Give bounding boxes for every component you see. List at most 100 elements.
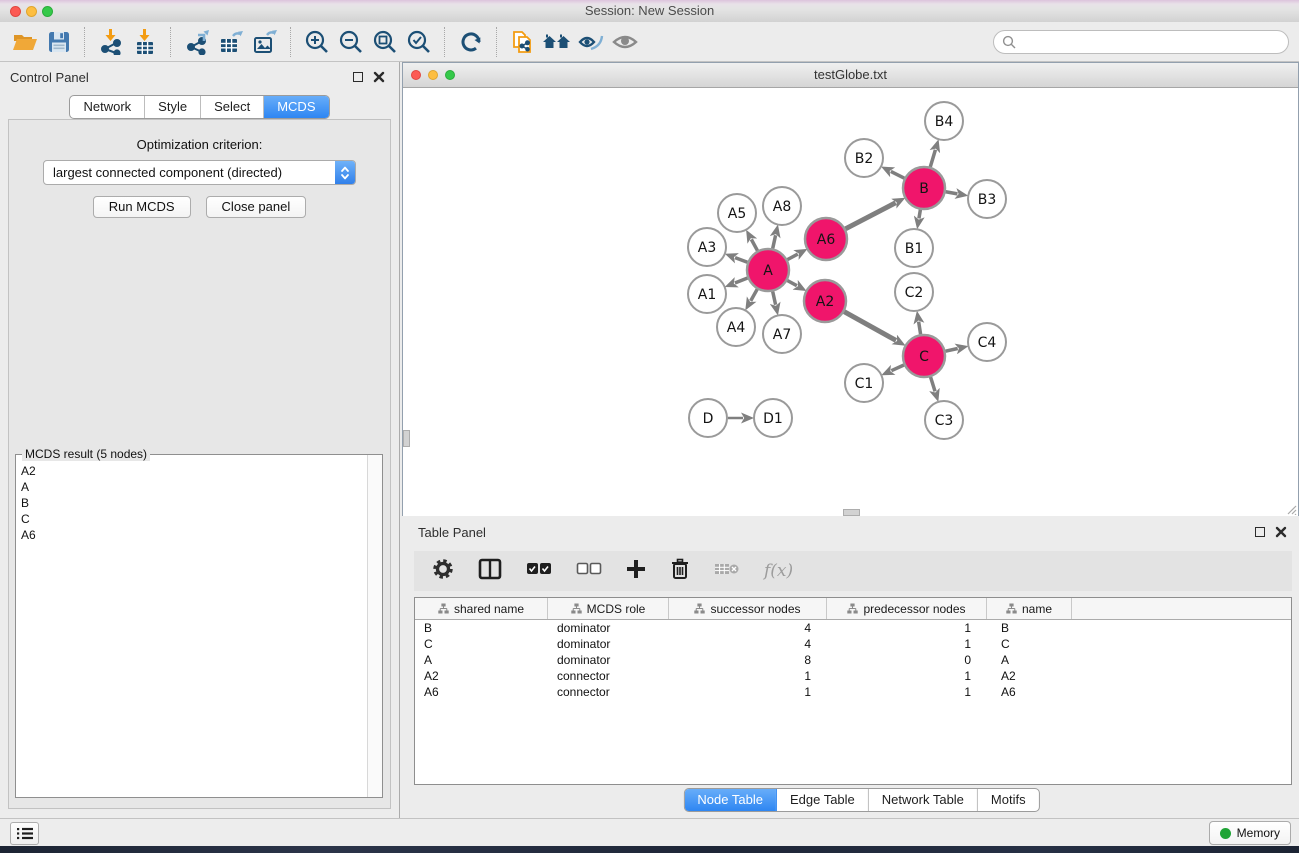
node-A2[interactable]: A2 <box>804 280 846 322</box>
select-all-button[interactable] <box>526 560 552 583</box>
node-C[interactable]: C <box>903 335 945 377</box>
edge-A-A1[interactable] <box>735 278 748 283</box>
node-C3[interactable]: C3 <box>925 401 963 439</box>
mcds-result-item[interactable]: A6 <box>21 527 378 543</box>
network-vscrollbar-thumb[interactable] <box>403 430 410 447</box>
node-A7[interactable]: A7 <box>763 315 801 353</box>
float-panel-icon[interactable] <box>353 72 363 82</box>
table-row[interactable]: A6connector11A6 <box>415 684 1291 700</box>
node-C1[interactable]: C1 <box>845 364 883 402</box>
deselect-all-button[interactable] <box>576 560 602 583</box>
zoom-fit-button[interactable] <box>368 26 402 58</box>
edge-A-A5[interactable] <box>751 239 757 250</box>
delete-table-button[interactable] <box>714 561 740 582</box>
show-column-panel-button[interactable] <box>478 558 502 585</box>
close-table-panel-icon[interactable] <box>1275 526 1287 538</box>
show-all-button[interactable] <box>608 26 642 58</box>
node-A[interactable]: A <box>747 249 789 291</box>
node-B3[interactable]: B3 <box>968 180 1006 218</box>
edge-C-C1[interactable] <box>891 365 904 371</box>
edge-A-A6[interactable] <box>787 254 797 260</box>
node-A6[interactable]: A6 <box>805 218 847 260</box>
export-image-button[interactable] <box>248 26 282 58</box>
edge-C-C2[interactable] <box>919 322 921 335</box>
hide-selected-button[interactable] <box>574 26 608 58</box>
criterion-dropdown[interactable]: largest connected component (directed) <box>43 160 356 185</box>
table-row[interactable]: A2connector11A2 <box>415 668 1291 684</box>
apply-layout-button[interactable] <box>454 26 488 58</box>
new-network-from-selection-button[interactable] <box>506 26 540 58</box>
edge-A-A2[interactable] <box>787 281 797 286</box>
import-network-button[interactable] <box>94 26 128 58</box>
node-A1[interactable]: A1 <box>688 275 726 313</box>
column-header-successor-nodes[interactable]: successor nodes <box>669 598 827 619</box>
edge-A-A7[interactable] <box>773 291 776 304</box>
zoom-selected-button[interactable] <box>402 26 436 58</box>
task-history-button[interactable] <box>10 822 39 845</box>
node-C2[interactable]: C2 <box>895 273 933 311</box>
search-input[interactable] <box>1020 34 1288 50</box>
network-hscrollbar-thumb[interactable] <box>843 509 860 516</box>
create-column-button[interactable] <box>626 559 646 584</box>
column-header-predecessor-nodes[interactable]: predecessor nodes <box>827 598 987 619</box>
import-table-button[interactable] <box>128 26 162 58</box>
edge-A6-B[interactable] <box>846 203 896 229</box>
mcds-result-item[interactable]: C <box>21 511 378 527</box>
node-B1[interactable]: B1 <box>895 229 933 267</box>
edge-A2-C[interactable] <box>844 312 896 341</box>
open-session-button[interactable] <box>8 26 42 58</box>
edge-B-B1[interactable] <box>919 210 920 219</box>
table-settings-button[interactable] <box>432 558 454 585</box>
edge-B-B3[interactable] <box>946 192 958 194</box>
run-mcds-button[interactable]: Run MCDS <box>93 196 191 218</box>
mcds-result-item[interactable]: B <box>21 495 378 511</box>
node-B[interactable]: B <box>903 167 945 209</box>
node-A4[interactable]: A4 <box>717 308 755 346</box>
edge-C-C4[interactable] <box>945 349 957 352</box>
table-row[interactable]: Bdominator41B <box>415 620 1291 636</box>
table-row[interactable]: Cdominator41C <box>415 636 1291 652</box>
node-A3[interactable]: A3 <box>688 228 726 266</box>
column-header-mcds-role[interactable]: MCDS role <box>548 598 669 619</box>
zoom-out-button[interactable] <box>334 26 368 58</box>
node-D1[interactable]: D1 <box>754 399 792 437</box>
home-button[interactable] <box>540 26 574 58</box>
network-graph[interactable]: B4B2BB3A8A5A6A3B1AC2A1A2A4A7C4CC1DD1C3 <box>403 88 1298 516</box>
column-header-name[interactable]: name <box>987 598 1072 619</box>
search-box[interactable] <box>993 30 1289 54</box>
tab-motifs[interactable]: Motifs <box>978 789 1039 811</box>
node-B2[interactable]: B2 <box>845 139 883 177</box>
network-canvas[interactable]: B4B2BB3A8A5A6A3B1AC2A1A2A4A7C4CC1DD1C3 <box>403 88 1298 516</box>
edge-A-A4[interactable] <box>751 289 758 301</box>
save-session-button[interactable] <box>42 26 76 58</box>
close-panel-button[interactable]: Close panel <box>206 196 307 218</box>
export-table-button[interactable] <box>214 26 248 58</box>
tab-style[interactable]: Style <box>145 96 201 118</box>
column-header-shared-name[interactable]: shared name <box>415 598 548 619</box>
resize-grip[interactable] <box>1284 502 1297 515</box>
node-A5[interactable]: A5 <box>718 194 756 232</box>
tab-node-table[interactable]: Node Table <box>684 789 777 811</box>
mcds-result-item[interactable]: A2 <box>21 463 378 479</box>
memory-button[interactable]: Memory <box>1209 821 1291 845</box>
mcds-result-item[interactable]: A <box>21 479 378 495</box>
tab-edge-table[interactable]: Edge Table <box>777 789 869 811</box>
node-table[interactable]: shared nameMCDS rolesuccessor nodesprede… <box>414 597 1292 785</box>
tab-select[interactable]: Select <box>201 96 264 118</box>
result-scrollbar[interactable] <box>367 455 382 797</box>
edge-A-A3[interactable] <box>735 258 747 263</box>
tab-network-table[interactable]: Network Table <box>869 789 978 811</box>
close-panel-icon[interactable] <box>373 71 385 83</box>
tab-mcds[interactable]: MCDS <box>264 96 328 118</box>
node-D[interactable]: D <box>689 399 727 437</box>
delete-columns-button[interactable] <box>670 558 690 585</box>
node-B4[interactable]: B4 <box>925 102 963 140</box>
float-table-panel-icon[interactable] <box>1255 527 1265 537</box>
table-row[interactable]: Adominator80A <box>415 652 1291 668</box>
edge-A-A8[interactable] <box>773 235 776 248</box>
tab-network[interactable]: Network <box>70 96 145 118</box>
edge-B-B4[interactable] <box>930 150 935 167</box>
function-builder-button[interactable]: f(x) <box>764 561 793 581</box>
zoom-in-button[interactable] <box>300 26 334 58</box>
node-C4[interactable]: C4 <box>968 323 1006 361</box>
